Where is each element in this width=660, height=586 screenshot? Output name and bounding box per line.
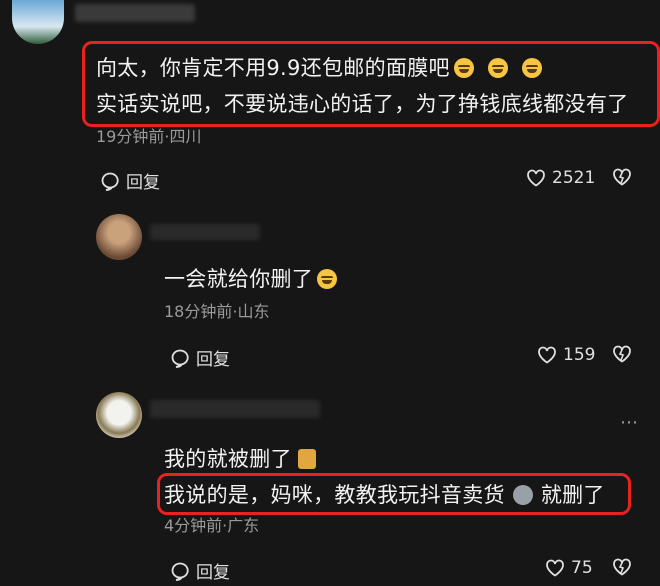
username[interactable] <box>75 4 195 22</box>
heart-icon <box>546 559 564 577</box>
reply-icon <box>171 349 189 368</box>
comment-text: 实话实说吧，不要说违心的话了，为了挣钱底线都没有了 <box>96 92 629 116</box>
comment-text: 我的就被删了 <box>164 443 316 473</box>
more-icon[interactable]: ⋯ <box>620 412 639 433</box>
comment-meta: 4分钟前·广东 <box>164 516 260 535</box>
heart-icon <box>538 346 556 364</box>
broken-heart-icon <box>613 168 631 186</box>
avatar[interactable] <box>12 0 64 44</box>
avatar[interactable] <box>96 214 142 260</box>
reply-button[interactable]: 回复 <box>100 168 160 193</box>
reply-icon <box>171 562 189 581</box>
broken-heart-icon <box>613 558 631 576</box>
comment-text: 我说的是，妈咪，教教我玩抖音卖货 就删了 <box>164 483 605 507</box>
laugh-emoji-icon <box>453 58 474 78</box>
laugh-emoji-icon <box>317 269 338 289</box>
reply-button[interactable]: 回复 <box>170 345 230 370</box>
reply-button[interactable]: 回复 <box>170 558 230 583</box>
like-button[interactable]: 159 <box>537 345 595 365</box>
heart-icon <box>527 169 545 187</box>
reply-icon <box>101 172 119 191</box>
dislike-button[interactable] <box>612 168 632 186</box>
broken-heart-icon <box>613 345 631 363</box>
like-button[interactable]: 75 <box>545 558 593 578</box>
laugh-emoji-icon <box>521 58 542 78</box>
comment-meta: 18分钟前·山东 <box>164 302 270 321</box>
like-button[interactable]: 2521 <box>526 168 595 188</box>
emoji-icon <box>297 449 316 469</box>
username[interactable] <box>150 224 260 240</box>
dislike-button[interactable] <box>612 558 632 576</box>
comment-text: 一会就给你删了 <box>164 263 338 293</box>
wolf-emoji-icon <box>512 485 533 505</box>
avatar[interactable] <box>96 392 142 438</box>
comment-text: 向太，你肯定不用9.9还包邮的面膜吧 <box>96 52 542 82</box>
dislike-button[interactable] <box>612 345 632 363</box>
username[interactable] <box>150 400 320 418</box>
comment-meta: 19分钟前·四川 <box>96 127 202 146</box>
laugh-emoji-icon <box>487 58 508 78</box>
